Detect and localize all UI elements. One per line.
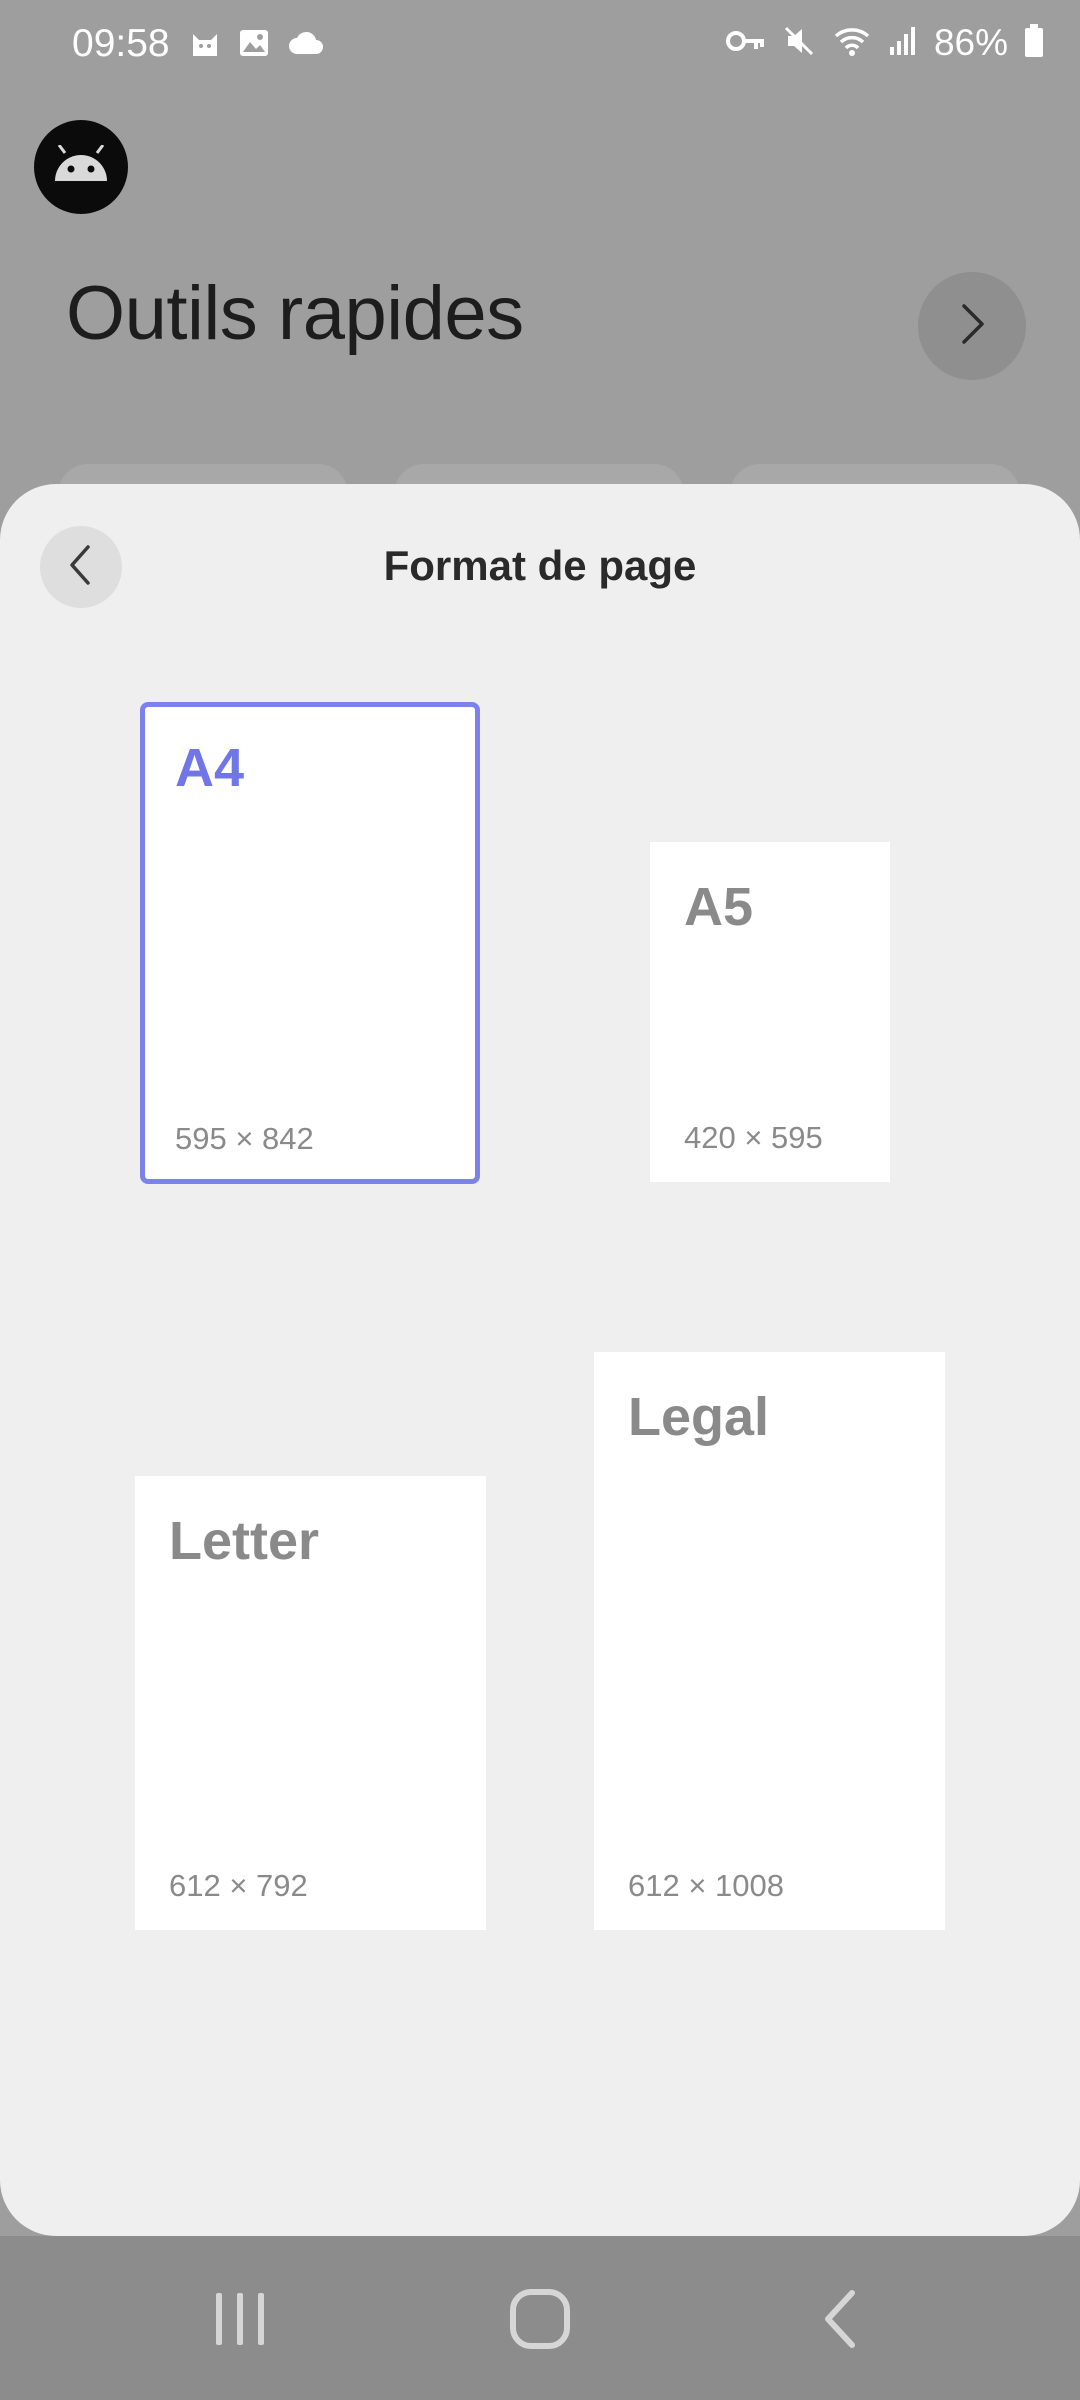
status-system-icons: 86% — [725, 22, 1044, 64]
key-icon — [725, 29, 766, 58]
status-bar: 09:58 86% — [0, 0, 1080, 92]
status-notification-icons — [190, 28, 324, 63]
recents-button[interactable] — [180, 2276, 300, 2366]
battery-percent: 86% — [933, 22, 1008, 63]
sheet-title: Format de page — [383, 542, 697, 589]
image-icon — [238, 28, 270, 63]
status-time: 09:58 — [72, 22, 170, 65]
format-dimensions: 420 × 595 — [684, 1120, 823, 1155]
home-button[interactable] — [480, 2276, 600, 2366]
forward-button[interactable] — [918, 272, 1026, 380]
format-card-letter[interactable]: Letter 612 × 792 — [135, 1476, 486, 1930]
format-name: Letter — [169, 1511, 320, 1571]
format-card-a4[interactable]: A4 595 × 842 — [140, 702, 480, 1184]
format-name: A4 — [175, 738, 245, 798]
wifi-icon — [832, 24, 872, 63]
format-name: A5 — [684, 877, 754, 937]
mute-icon — [782, 24, 816, 63]
page-format-sheet: Format de page A4 595 × 842 A5 420 × 595… — [0, 484, 1080, 2236]
back-icon — [818, 2287, 862, 2356]
signal-icon — [888, 25, 918, 62]
cat-icon — [190, 28, 220, 63]
format-name: Legal — [628, 1387, 770, 1447]
chevron-right-icon — [952, 300, 992, 353]
recents-icon — [212, 2289, 268, 2354]
battery-icon — [1024, 23, 1044, 63]
format-card-a5[interactable]: A5 420 × 595 — [650, 842, 890, 1182]
navigation-bar — [0, 2236, 1080, 2400]
avatar[interactable] — [34, 120, 128, 214]
cloud-icon — [288, 30, 324, 61]
page-title: Outils rapides — [66, 271, 524, 356]
back-nav-button[interactable] — [780, 2276, 900, 2366]
format-dimensions: 612 × 792 — [169, 1868, 308, 1903]
android-icon — [49, 143, 113, 190]
format-dimensions: 612 × 1008 — [628, 1868, 785, 1903]
home-icon — [508, 2287, 572, 2356]
format-dimensions: 595 × 842 — [175, 1121, 314, 1156]
format-card-legal[interactable]: Legal 612 × 1008 — [594, 1352, 945, 1930]
